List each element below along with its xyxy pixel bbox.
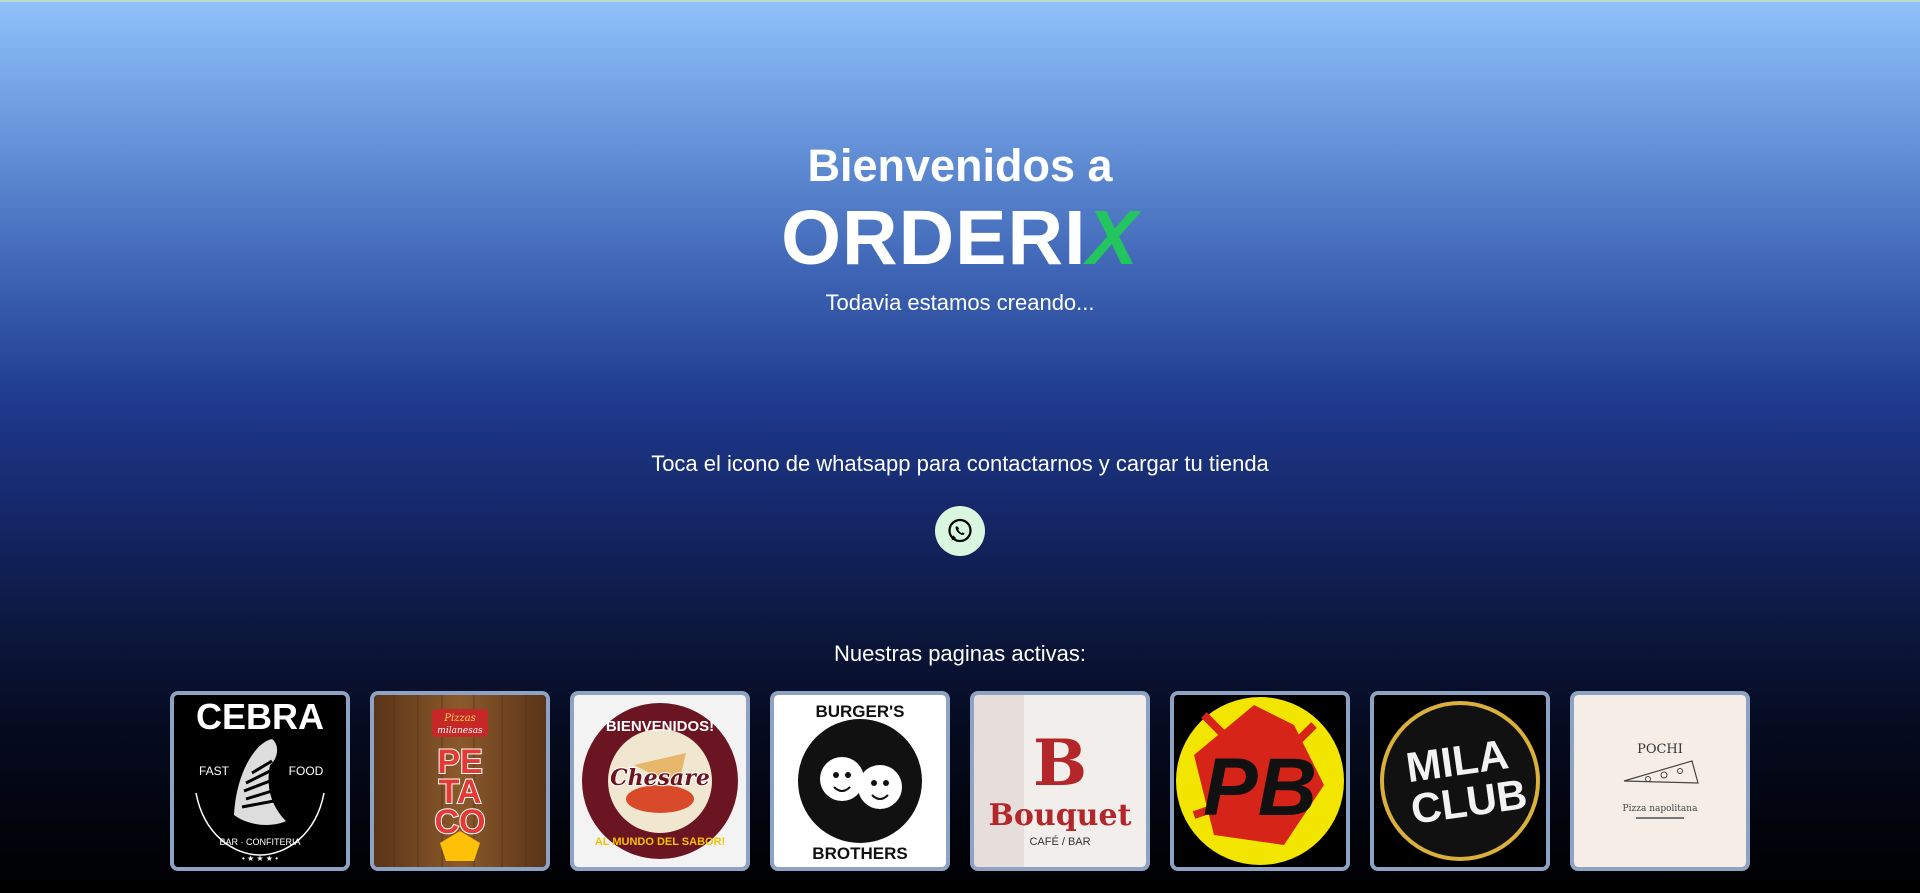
cebra-line1: FAST bbox=[199, 764, 230, 778]
top-accent-line bbox=[0, 0, 1920, 2]
chesare-line2: AL MUNDO DEL SABOR! bbox=[595, 836, 725, 848]
mila-club-logo: MILA CLUB bbox=[1374, 695, 1546, 867]
store-card-cebra[interactable]: CEBRA FAST FOOD BAR · CONFITERIA • ★ ★ ★… bbox=[170, 691, 350, 871]
store-card-petaco[interactable]: Pizzas milanesas PE TA CO bbox=[370, 691, 550, 871]
chesare-logo: BIENVENIDOS! Chesare AL MUNDO DEL SABOR! bbox=[574, 695, 746, 867]
brand-name: ORDERI bbox=[781, 195, 1087, 281]
svg-text:• ★ ★ ★ •: • ★ ★ ★ • bbox=[242, 854, 278, 863]
welcome-heading: Bienvenidos a bbox=[807, 140, 1113, 191]
burgers-name: BURGER'S bbox=[815, 702, 904, 721]
burgers-brothers-logo: BURGER'S BROTHERS bbox=[774, 695, 946, 867]
brand-logo: ORDERIX bbox=[0, 198, 1920, 278]
store-card-chesare[interactable]: BIENVENIDOS! Chesare AL MUNDO DEL SABOR! bbox=[570, 691, 750, 871]
contact-instructions: Toca el icono de whatsapp para contactar… bbox=[651, 451, 1269, 476]
bouquet-logo: B Bouquet CAFÉ / BAR bbox=[974, 695, 1146, 867]
pochi-name: POCHI bbox=[1637, 742, 1683, 757]
active-pages-title: Nuestras paginas activas: bbox=[834, 641, 1086, 666]
cebra-name: CEBRA bbox=[196, 696, 324, 737]
cebra-logo: CEBRA FAST FOOD BAR · CONFITERIA • ★ ★ ★… bbox=[174, 695, 346, 867]
cebra-line3: BAR · CONFITERIA bbox=[219, 837, 300, 847]
whatsapp-icon bbox=[948, 518, 972, 543]
brand-accent: X bbox=[1086, 195, 1139, 281]
chesare-line1: BIENVENIDOS! bbox=[606, 718, 714, 735]
petaco-logo: Pizzas milanesas PE TA CO bbox=[374, 695, 546, 867]
whatsapp-button[interactable] bbox=[935, 506, 985, 556]
bouquet-name: Bouquet bbox=[989, 798, 1132, 833]
pochi-logo: POCHI Pizza napolitana bbox=[1574, 695, 1746, 867]
subtitle: Todavia estamos creando... bbox=[825, 290, 1095, 315]
pb-logo: PB bbox=[1174, 695, 1346, 867]
petaco-line1: Pizzas bbox=[443, 713, 476, 724]
store-card-mila-club[interactable]: MILA CLUB bbox=[1370, 691, 1550, 871]
store-card-pochi[interactable]: POCHI Pizza napolitana bbox=[1570, 691, 1750, 871]
pb-name: PB bbox=[1203, 742, 1317, 833]
store-list: CEBRA FAST FOOD BAR · CONFITERIA • ★ ★ ★… bbox=[170, 691, 1750, 871]
petaco-line2: milanesas bbox=[437, 726, 483, 736]
store-card-burgers-brothers[interactable]: BURGER'S BROTHERS bbox=[770, 691, 950, 871]
cebra-line2: FOOD bbox=[289, 764, 324, 778]
bouquet-line2: CAFÉ / BAR bbox=[1029, 835, 1090, 848]
store-card-bouquet[interactable]: B Bouquet CAFÉ / BAR bbox=[970, 691, 1150, 871]
bouquet-initial: B bbox=[1033, 726, 1087, 801]
burgers-line1: BROTHERS bbox=[812, 844, 907, 863]
chesare-name: Chesare bbox=[610, 765, 710, 791]
pochi-line1: Pizza napolitana bbox=[1623, 804, 1699, 814]
store-card-pb[interactable]: PB bbox=[1170, 691, 1350, 871]
